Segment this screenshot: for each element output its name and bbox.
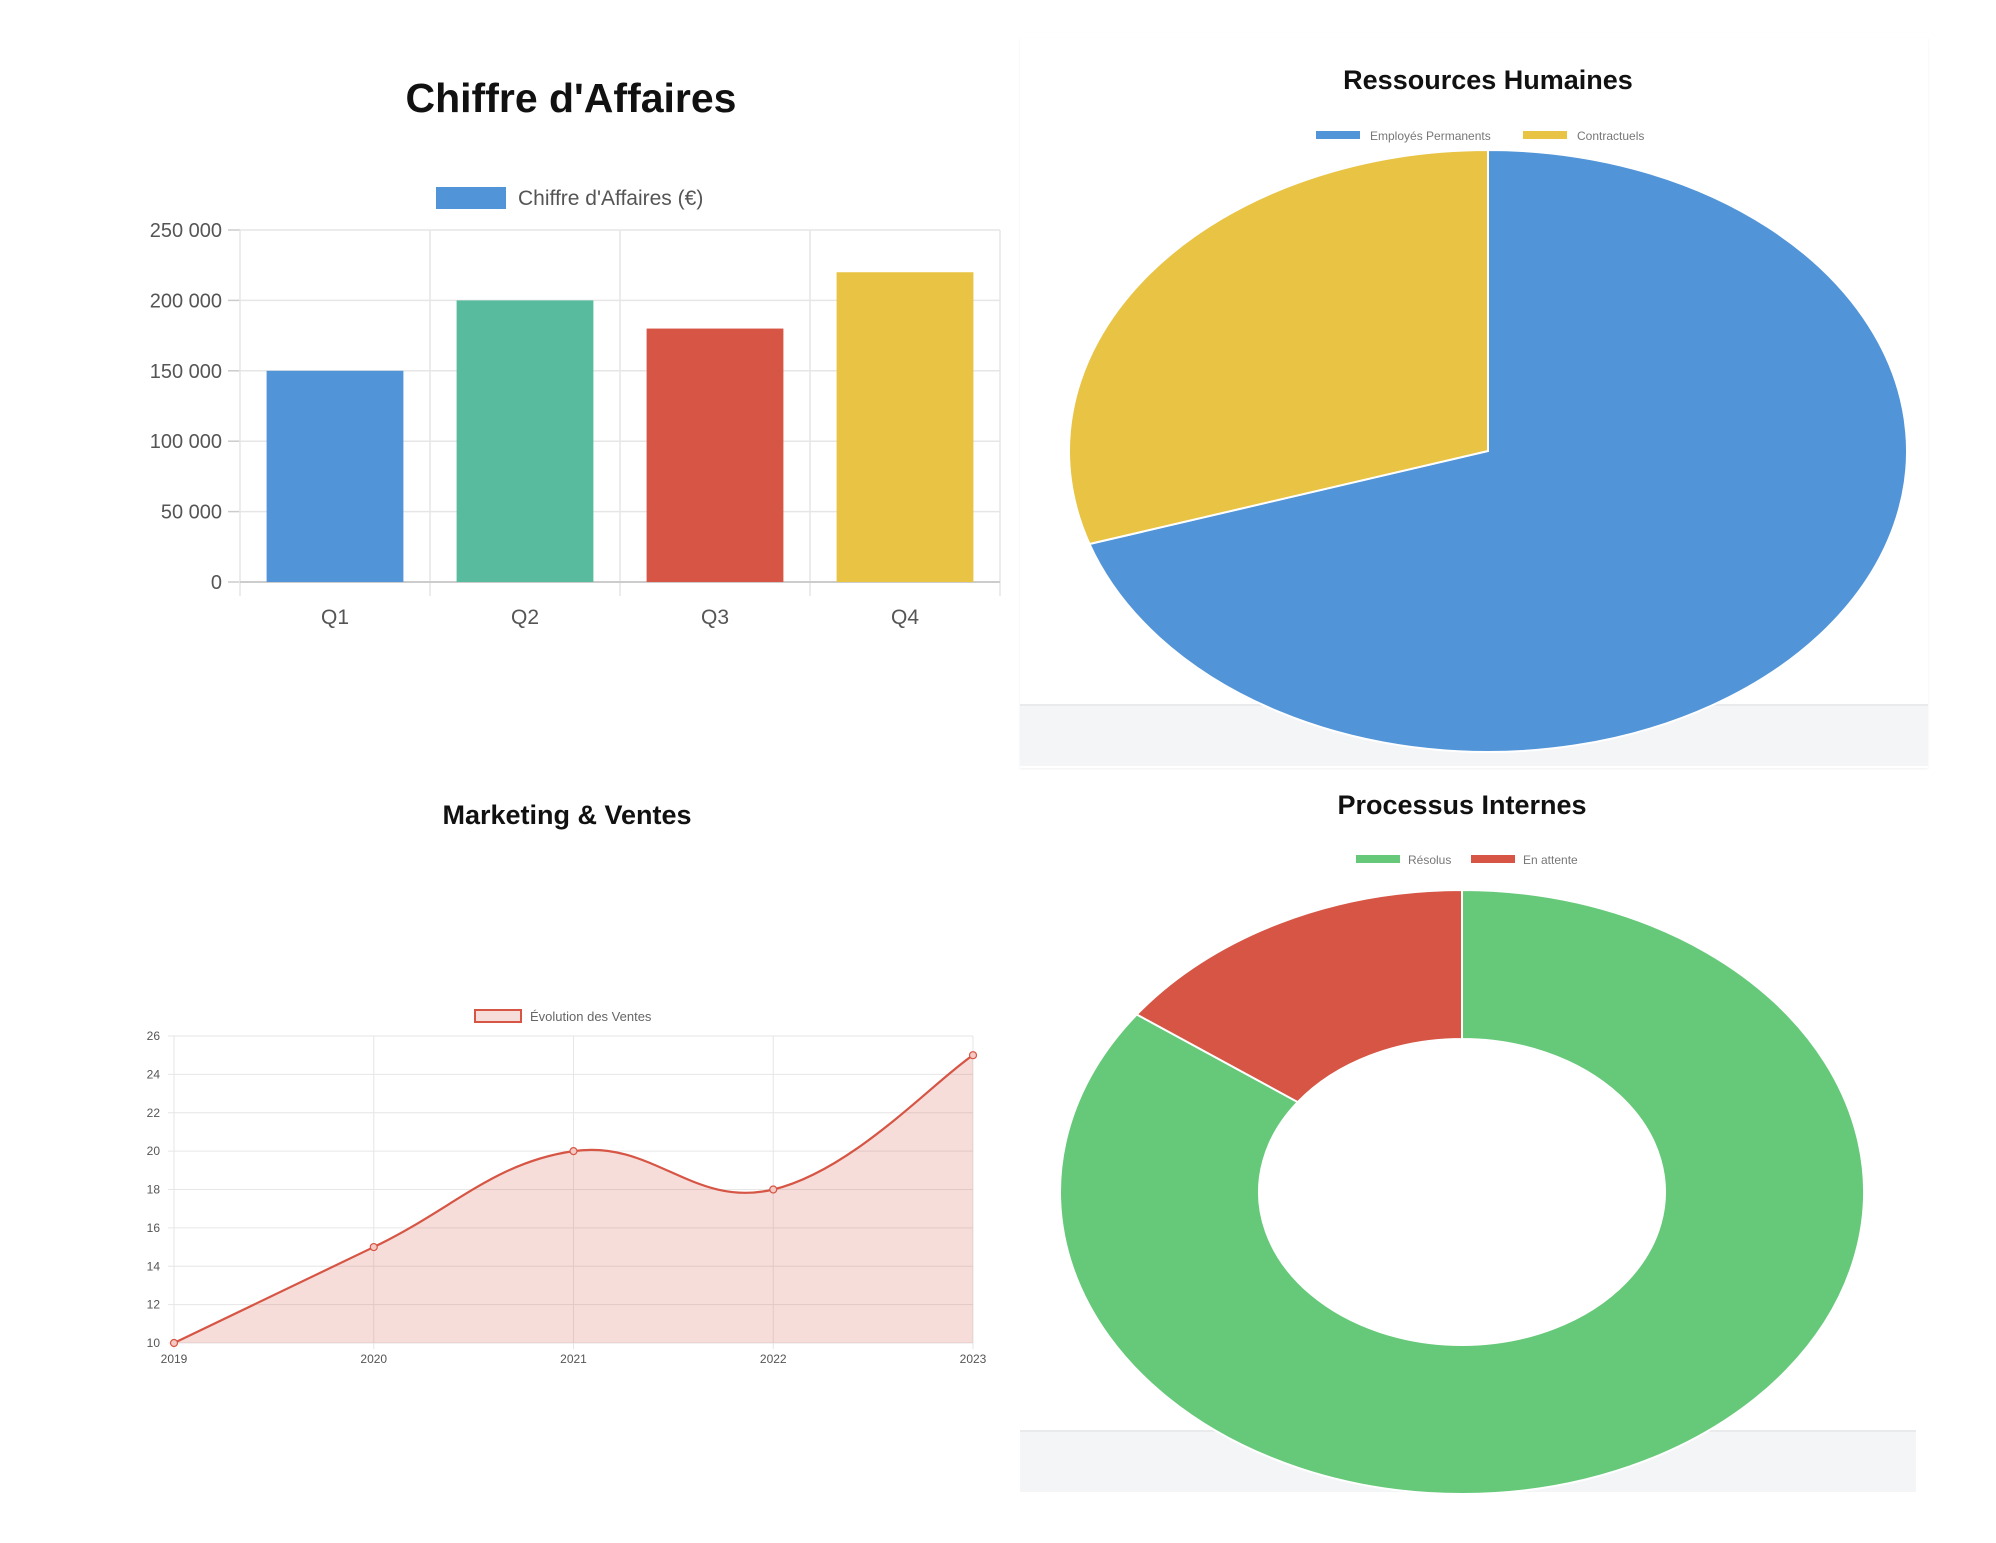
y-tick-label: 100 000	[150, 431, 222, 453]
legend-label: En attente	[1523, 853, 1578, 867]
revenue-panel: Chiffre d'Affaires Chiffre d'Affaires (€)…	[0, 0, 1010, 780]
processes-panel: Processus Internes Résolus En attente	[1010, 770, 1996, 1538]
x-tick-label: 2020	[360, 1352, 387, 1366]
legend-swatch	[1471, 855, 1515, 863]
legend-swatch	[474, 1009, 522, 1023]
processes-doughnut-chart: Processus Internes Résolus En attente	[1059, 790, 1865, 1495]
y-tick-label: 150 000	[150, 361, 222, 383]
data-point	[968, 1051, 978, 1060]
y-tick-label: 200 000	[150, 290, 222, 312]
y-tick-label: 0	[211, 572, 222, 594]
x-tick-label: 2021	[560, 1352, 587, 1366]
legend-swatch	[1356, 855, 1400, 863]
chart-title: Ressources Humaines	[1343, 65, 1633, 95]
bar-q1	[266, 370, 404, 582]
legend-label: Chiffre d'Affaires (€)	[518, 187, 703, 210]
bar-q4	[836, 272, 974, 582]
y-tick-label: 10	[147, 1336, 161, 1350]
legend-label: Résolus	[1408, 853, 1451, 867]
chart-title: Processus Internes	[1337, 790, 1586, 820]
hr-panel: Ressources Humaines Employés Permanents Co…	[1010, 0, 1996, 770]
y-tick-label: 250 000	[150, 220, 222, 242]
x-tick-label: 2019	[161, 1352, 188, 1366]
x-tick-label: Q4	[891, 606, 919, 629]
y-tick-label: 26	[147, 1029, 161, 1043]
x-tick-label: Q1	[321, 606, 349, 629]
chart-title: Chiffre d'Affaires	[406, 75, 737, 121]
y-tick-label: 12	[147, 1298, 161, 1312]
y-tick-label: 16	[147, 1221, 161, 1235]
legend-swatch	[436, 187, 506, 209]
bar-q3	[646, 328, 784, 582]
revenue-bar-chart: Chiffre d'Affaires Chiffre d'Affaires (€)…	[150, 75, 1001, 629]
x-tick-label: Q2	[511, 606, 539, 629]
y-tick-label: 22	[147, 1106, 161, 1120]
y-tick-label: 50 000	[161, 502, 222, 524]
x-tick-label: 2023	[960, 1352, 987, 1366]
legend-swatch	[1523, 131, 1567, 139]
y-tick-label: 24	[147, 1067, 161, 1081]
chart-title: Marketing & Ventes	[442, 800, 691, 830]
y-tick-label: 20	[147, 1144, 161, 1158]
data-point	[569, 1147, 578, 1156]
data-point	[169, 1338, 179, 1348]
legend-swatch	[1316, 131, 1360, 139]
sales-line-chart: Marketing & Ventes Évolution des Ventes 10…	[147, 800, 987, 1366]
legend-label: Contractuels	[1577, 129, 1644, 143]
legend-label: Évolution des Ventes	[530, 1009, 652, 1024]
y-tick-label: 14	[147, 1259, 161, 1273]
bar-q2	[456, 300, 594, 582]
x-tick-label: 2022	[760, 1352, 787, 1366]
marketing-panel: Marketing & Ventes Évolution des Ventes 10…	[0, 780, 1010, 1538]
data-point	[369, 1242, 378, 1252]
hr-pie-chart: Ressources Humaines Employés Permanents Co…	[1068, 65, 1908, 753]
x-tick-label: Q3	[701, 606, 729, 629]
data-point	[769, 1185, 778, 1194]
legend-label: Employés Permanents	[1370, 129, 1491, 143]
y-tick-label: 18	[147, 1183, 161, 1197]
